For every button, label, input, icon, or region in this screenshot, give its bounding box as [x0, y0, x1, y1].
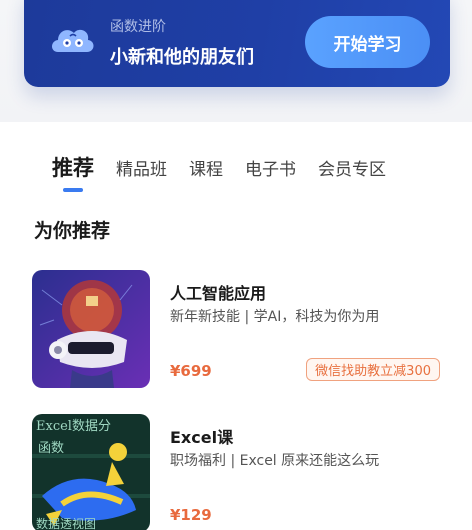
- course-description: 职场福利 | Excel 原来还能这么玩: [170, 453, 380, 469]
- tab-label: 推荐: [52, 156, 94, 180]
- category-tabs: 推荐 精品班 课程 电子书 会员专区: [52, 155, 408, 195]
- tab-recommend[interactable]: 推荐: [52, 152, 94, 192]
- course-thumbnail-ai: [32, 270, 150, 388]
- top-area: 函数进阶 小新和他的朋友们 开始学习: [0, 0, 472, 122]
- tab-ebooks[interactable]: 电子书: [245, 155, 296, 180]
- active-tab-indicator: [63, 188, 83, 192]
- course-title: Excel课: [170, 428, 234, 447]
- thumb-text: 函数: [38, 441, 64, 456]
- thumb-text: 数据透视图: [36, 516, 96, 530]
- course-thumbnail-excel: Excel数据分 函数 数据透视图: [32, 414, 150, 530]
- tab-member-zone[interactable]: 会员专区: [318, 155, 386, 180]
- course-card-ai[interactable]: 人工智能应用 新年新技能 | 学AI，科技为你为用 ¥699 微信找助教立减30…: [32, 270, 442, 388]
- excel-illustration-icon: Excel数据分 函数 数据透视图: [32, 414, 150, 530]
- course-banner[interactable]: 函数进阶 小新和他的朋友们 开始学习: [24, 0, 450, 87]
- robot-illustration-icon: [32, 270, 150, 388]
- coupon-badge[interactable]: 微信找助教立减300: [306, 358, 440, 381]
- course-title: 人工智能应用: [170, 284, 267, 303]
- banner-title: 小新和他的朋友们: [110, 47, 254, 68]
- course-description: 新年新技能 | 学AI，科技为你为用: [170, 309, 380, 325]
- tab-courses[interactable]: 课程: [189, 155, 223, 180]
- course-price: ¥129: [170, 506, 212, 524]
- section-title: 为你推荐: [34, 220, 111, 242]
- banner-subtitle: 函数进阶: [110, 19, 166, 35]
- thumb-text: Excel数据分: [36, 419, 111, 434]
- cloud-logo-icon: [52, 29, 94, 52]
- start-learning-button[interactable]: 开始学习: [305, 16, 430, 68]
- course-price: ¥699: [170, 362, 212, 380]
- tab-premium-class[interactable]: 精品班: [116, 155, 167, 180]
- course-card-excel[interactable]: Excel数据分 函数 数据透视图 Excel课 职场福利 | Excel 原来…: [32, 414, 442, 530]
- app-page: 函数进阶 小新和他的朋友们 开始学习 推荐 精品班 课程 电子书 会员专区 为你…: [0, 0, 472, 530]
